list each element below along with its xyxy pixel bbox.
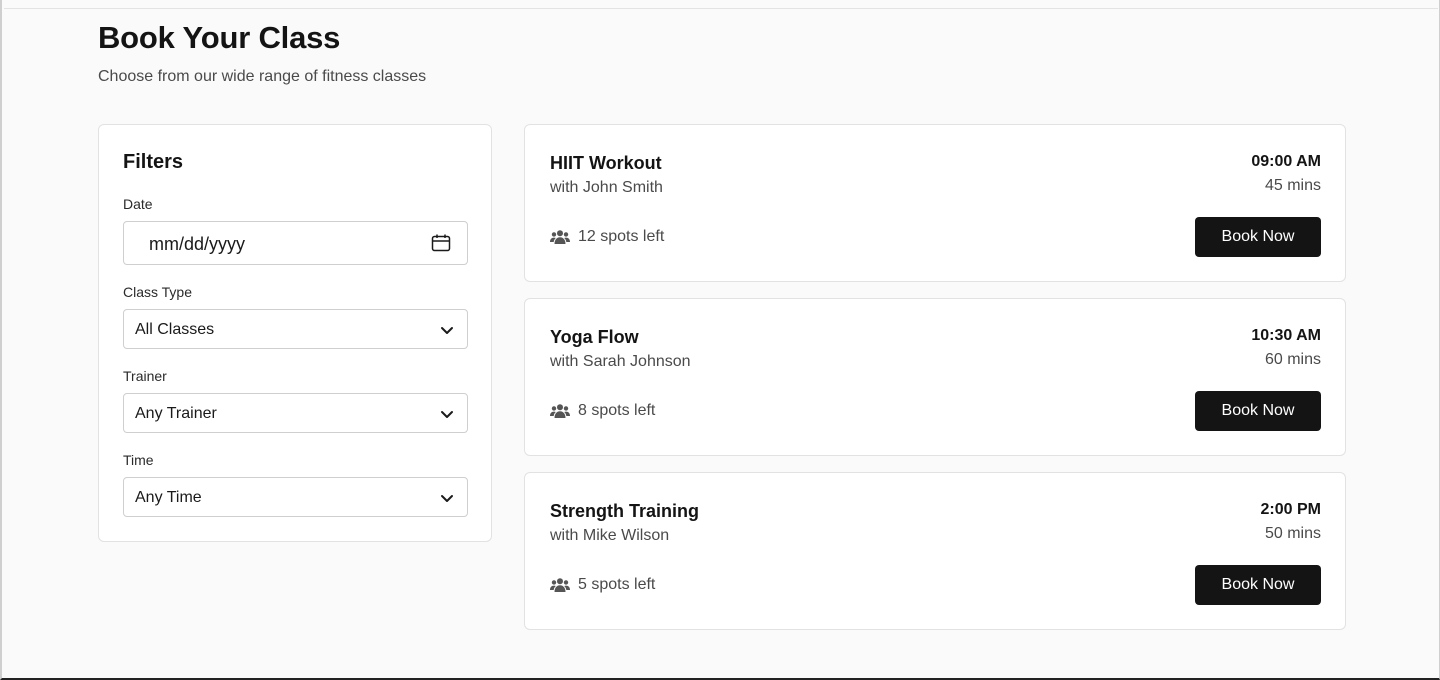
users-icon <box>550 404 570 418</box>
class-time: 09:00 AM <box>1251 153 1321 170</box>
class-trainer: with Sarah Johnson <box>550 353 691 370</box>
class-duration: 60 mins <box>1264 351 1321 368</box>
class-time: 10:30 AM <box>1251 327 1321 344</box>
class-name: HIIT Workout <box>550 153 662 173</box>
date-label: Date <box>123 196 153 212</box>
chevron-down-icon <box>441 411 453 418</box>
date-placeholder: mm/dd/yyyy <box>149 234 246 254</box>
class-type-value: All Classes <box>135 321 215 338</box>
spots-indicator: 5 spots left <box>550 575 655 595</box>
class-time: 2:00 PM <box>1260 501 1321 518</box>
spots-indicator: 12 spots left <box>550 227 664 247</box>
spots-left: 5 spots left <box>578 576 656 593</box>
class-card: Yoga Flow with Sarah Johnson 8 spots lef… <box>524 298 1346 456</box>
spots-left: 8 spots left <box>578 402 656 419</box>
book-now-button[interactable]: Book Now <box>1195 217 1321 257</box>
class-card: Strength Training with Mike Wilson 5 spo… <box>524 472 1346 630</box>
page-frame: Book Your Class Choose from our wide ran… <box>0 0 1440 680</box>
top-divider <box>4 8 1438 9</box>
class-name: Strength Training <box>550 501 700 521</box>
users-icon <box>550 578 570 592</box>
class-trainer: with John Smith <box>550 179 663 196</box>
class-name: Yoga Flow <box>550 327 639 347</box>
book-now-button[interactable]: Book Now <box>1195 565 1321 605</box>
chevron-down-icon <box>441 495 453 502</box>
time-label: Time <box>123 452 154 468</box>
date-input[interactable]: mm/dd/yyyy <box>123 221 468 265</box>
trainer-value: Any Trainer <box>135 405 217 422</box>
spots-left: 12 spots left <box>578 228 665 245</box>
trainer-label: Trainer <box>123 368 167 384</box>
spots-indicator: 8 spots left <box>550 401 655 421</box>
time-value: Any Time <box>135 489 202 506</box>
time-select[interactable]: Any Time <box>123 477 468 517</box>
class-type-label: Class Type <box>123 284 192 300</box>
class-trainer: with Mike Wilson <box>550 527 670 544</box>
filters-panel: Filters Date mm/dd/yyyy Class Type All C… <box>98 124 492 542</box>
users-icon <box>550 230 570 244</box>
chevron-down-icon <box>441 327 453 334</box>
book-now-button[interactable]: Book Now <box>1195 391 1321 431</box>
page-subtitle: Choose from our wide range of fitness cl… <box>98 68 427 85</box>
class-duration: 50 mins <box>1264 525 1321 542</box>
class-type-select[interactable]: All Classes <box>123 309 468 349</box>
filters-title: Filters <box>123 151 184 173</box>
trainer-select[interactable]: Any Trainer <box>123 393 468 433</box>
calendar-icon[interactable] <box>431 233 451 253</box>
class-duration: 45 mins <box>1264 177 1321 194</box>
page-title: Book Your Class <box>98 20 341 55</box>
class-card: HIIT Workout with John Smith 12 spots le… <box>524 124 1346 282</box>
